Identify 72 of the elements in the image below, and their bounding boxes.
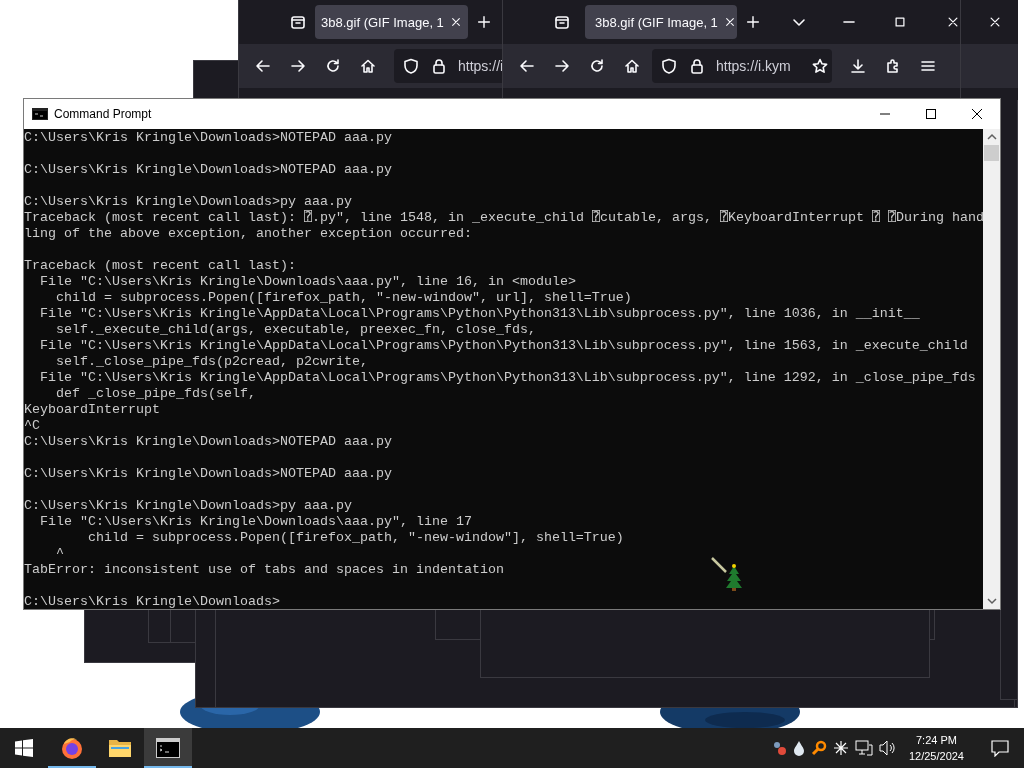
console-line: child = subprocess.Popen([firefox_path, "-new-window", url], shell=True) — [55, 290, 632, 306]
address-bar[interactable]: https://i — [394, 49, 503, 83]
lock-icon[interactable] — [688, 57, 706, 75]
console-line: ling of the above exception, another exception occurred: — [24, 226, 472, 242]
scrollbar[interactable] — [983, 129, 1000, 609]
back-icon[interactable] — [518, 57, 536, 75]
console-line: Traceback (most recent call last): ⍰.py", line 1548, in _execute_child ⍰cutable, args, ⍰KeyboardInterrupt ⍰ ⍰During hand — [24, 210, 983, 226]
scroll-thumb[interactable] — [984, 145, 999, 161]
windows-logo-icon[interactable] — [15, 739, 33, 757]
console-icon — [32, 108, 48, 120]
console-line: File "C:\Users\Kris Kringle\AppData\Local\Programs\Python\Python313\Lib\subprocess.py", line 1292, in _close_pipe_fds — [39, 370, 976, 386]
console-line: Traceback (most recent call last): — [24, 258, 296, 274]
folder-icon — [108, 737, 132, 759]
scroll-up-icon[interactable] — [986, 133, 997, 141]
console-line: File "C:\Users\Kris Kringle\AppData\Local\Programs\Python\Python313\Lib\subprocess.py", line 1036, in __init__ — [39, 306, 920, 322]
console-line: C:\Users\Kris Kringle\Downloads>NOTEPAD aaa.py — [24, 466, 392, 482]
new-tab-icon[interactable] — [475, 14, 492, 30]
maximize-icon[interactable] — [892, 15, 907, 29]
notification-icon[interactable] — [991, 739, 1009, 757]
download-icon[interactable] — [849, 57, 867, 75]
console-line: child = subprocess.Popen([firefox_path, "-new-window"], shell=True) — [87, 530, 624, 546]
network-icon — [854, 740, 873, 756]
console-line: TabError: inconsistent use of tabs and spaces in indentation — [24, 562, 504, 578]
new-tab-icon[interactable] — [745, 14, 761, 30]
reload-icon[interactable] — [588, 57, 606, 75]
console-line: C:\Users\Kris Kringle\Downloads> — [24, 594, 280, 609]
forward-icon[interactable] — [553, 57, 571, 75]
console-line: File "C:\Users\Kris Kringle\Downloads\aaa.py", line 17 — [39, 514, 472, 530]
url-text: https://i.kym — [716, 58, 791, 74]
back-icon[interactable] — [254, 57, 272, 75]
search-icon — [810, 740, 827, 756]
tab-list-icon[interactable] — [553, 13, 571, 31]
clock-date[interactable]: 12/25/2024 — [908, 748, 964, 764]
home-icon[interactable] — [623, 57, 641, 75]
console-line: ^C — [24, 418, 40, 434]
console-line: self._close_pipe_fds(p2cread, p2cwrite, — [55, 354, 368, 370]
lock-icon[interactable] — [430, 57, 448, 75]
close-icon[interactable] — [449, 16, 462, 28]
browser-tab[interactable]: 3b8.gif (GIF Image, 1 — [315, 5, 468, 39]
close-icon[interactable] — [988, 15, 1002, 29]
console-line: C:\Users\Kris Kringle\Downloads>py aaa.py — [24, 498, 352, 514]
firefox-icon — [60, 736, 84, 760]
forward-icon[interactable] — [289, 57, 307, 75]
reload-icon[interactable] — [324, 57, 342, 75]
terminal-icon — [156, 738, 180, 758]
console-line: self._execute_child(args, executable, preexec_fn, close_fds, — [55, 322, 536, 338]
console-line: KeyboardInterrupt — [24, 402, 160, 418]
console-line: def _close_pipe_fds(self, — [55, 386, 256, 402]
home-icon[interactable] — [359, 57, 377, 75]
address-bar[interactable]: https://i.kym — [652, 49, 832, 83]
clock-time[interactable]: 7:24 PM — [916, 732, 957, 748]
console-line: C:\Users\Kris Kringle\Downloads>py aaa.py — [24, 194, 352, 210]
close-icon[interactable] — [723, 16, 736, 28]
console-line: File "C:\Users\Kris Kringle\AppData\Local\Programs\Python\Python313\Lib\subprocess.py", line 1563, in _execute_child — [39, 338, 968, 354]
console-line: C:\Users\Kris Kringle\Downloads>NOTEPAD aaa.py — [24, 162, 392, 178]
console-line: File "C:\Users\Kris Kringle\Downloads\aaa.py", line 16, in <module> — [39, 274, 576, 290]
console-line: ^ — [55, 546, 64, 562]
scroll-down-icon[interactable] — [986, 597, 997, 605]
taskbar-app[interactable] — [144, 728, 192, 768]
console-line: C:\Users\Kris Kringle\Downloads>NOTEPAD aaa.py — [24, 434, 392, 450]
volume-icon — [878, 740, 897, 756]
shield-icon[interactable] — [402, 57, 420, 75]
browser-tab[interactable]: 3b8.gif (GIF Image, 1 — [585, 5, 737, 39]
console-line: C:\Users\Kris Kringle\Downloads>NOTEPAD aaa.py — [24, 130, 392, 146]
tab-list-icon[interactable] — [289, 13, 307, 31]
drop-icon — [792, 740, 805, 756]
asterisk-icon — [832, 740, 849, 756]
bookmark-star-icon[interactable] — [810, 57, 829, 75]
close-icon[interactable] — [946, 15, 960, 29]
window-title: Command Prompt — [54, 107, 152, 121]
shield-icon[interactable] — [660, 57, 678, 75]
url-text: https://i — [458, 58, 503, 74]
